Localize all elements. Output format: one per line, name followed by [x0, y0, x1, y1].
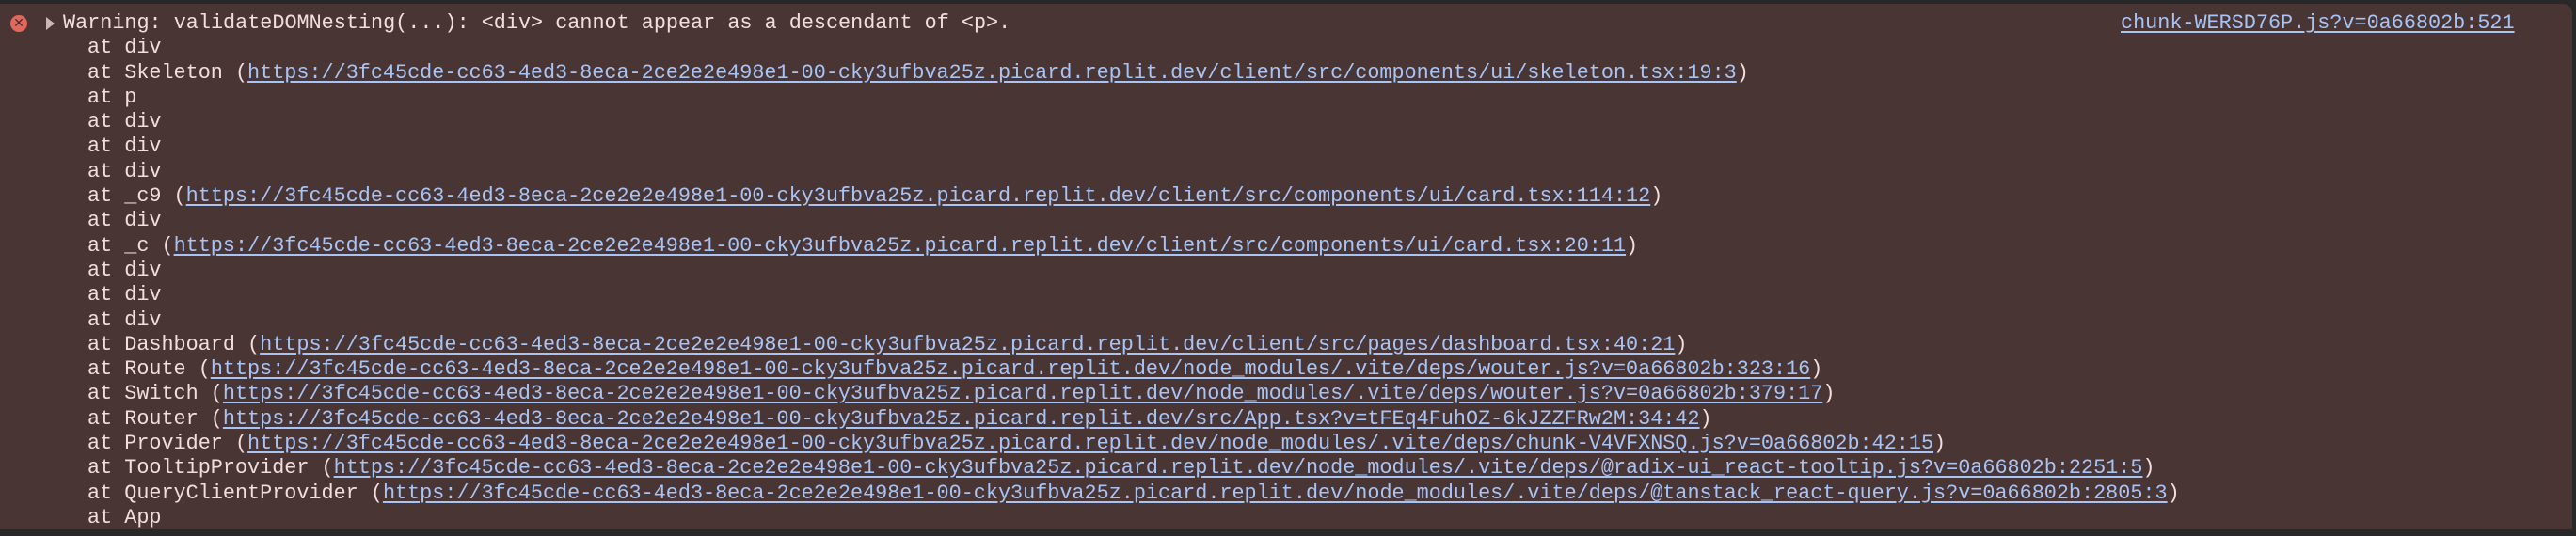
stack-frame: at _c (https://3fc45cde-cc63-4ed3-8eca-2…: [0, 234, 2180, 259]
stack-frame-suffix: ): [1736, 60, 1749, 85]
stack-frame-label: at p: [87, 85, 137, 109]
stack-frame: at Router (https://3fc45cde-cc63-4ed3-8e…: [0, 407, 2180, 432]
stack-frame-link[interactable]: https://3fc45cde-cc63-4ed3-8eca-2ce2e2e4…: [247, 432, 1933, 455]
error-message-text: Warning: validateDOMNesting(...): <div> …: [63, 11, 1011, 35]
stack-frame-suffix: ): [2142, 456, 2155, 481]
stack-frame: at div: [0, 160, 2180, 184]
stack-frame: at div: [0, 110, 2180, 134]
stack-frame: at Switch (https://3fc45cde-cc63-4ed3-8e…: [0, 382, 2180, 406]
stack-frame-label: at Provider (: [87, 432, 248, 456]
stack-frame-label: at div: [87, 283, 162, 307]
stack-frame-link[interactable]: https://3fc45cde-cc63-4ed3-8eca-2ce2e2e4…: [223, 382, 1822, 405]
stack-frame-suffix: ): [1650, 184, 1663, 209]
stack-frame: at QueryClientProvider (https://3fc45cde…: [0, 481, 2180, 506]
stack-frame: at div: [0, 259, 2180, 283]
stack-frame-label: at div: [87, 36, 162, 60]
stack-frame-label: at TooltipProvider (: [87, 456, 334, 481]
source-location-link[interactable]: chunk-WERSD76P.js?v=0a66802b:521: [2121, 11, 2515, 36]
stack-frame-label: at Dashboard (: [87, 332, 261, 356]
stack-trace: Warning: validateDOMNesting(...): <div> …: [0, 11, 2180, 530]
stack-frame-label: at div: [87, 134, 162, 159]
console-error-message: ✕ Warning: validateDOMNesting(...): <div…: [0, 4, 2572, 529]
stack-frame-label: at _c (: [87, 233, 174, 258]
stack-frame-label: at _c9 (: [87, 184, 186, 209]
stack-frame-suffix: ): [1810, 357, 1823, 382]
stack-frame: at Provider (https://3fc45cde-cc63-4ed3-…: [0, 432, 2180, 456]
stack-frame: at TooltipProvider (https://3fc45cde-cc6…: [0, 456, 2180, 481]
stack-frame-suffix: ): [1626, 233, 1639, 258]
stack-frame-link[interactable]: https://3fc45cde-cc63-4ed3-8eca-2ce2e2e4…: [260, 333, 1675, 356]
stack-frame-link[interactable]: https://3fc45cde-cc63-4ed3-8eca-2ce2e2e4…: [247, 61, 1737, 85]
stack-frame: at _c9 (https://3fc45cde-cc63-4ed3-8eca-…: [0, 184, 2180, 209]
stack-frame-label: at Route (: [87, 357, 211, 382]
stack-frame-link[interactable]: https://3fc45cde-cc63-4ed3-8eca-2ce2e2e4…: [211, 357, 1810, 381]
stack-frame: at div: [0, 36, 2180, 60]
stack-frame: at div: [0, 134, 2180, 159]
stack-frame-link[interactable]: https://3fc45cde-cc63-4ed3-8eca-2ce2e2e4…: [186, 184, 1651, 208]
stack-frame-link[interactable]: https://3fc45cde-cc63-4ed3-8eca-2ce2e2e4…: [174, 234, 1626, 258]
stack-frame-label: at Switch (: [87, 382, 223, 406]
stack-frame-label: at div: [87, 159, 162, 183]
stack-frame-label: at div: [87, 307, 162, 332]
stack-frame-suffix: ): [2167, 481, 2180, 505]
stack-frame-link[interactable]: https://3fc45cde-cc63-4ed3-8eca-2ce2e2e4…: [383, 481, 2168, 505]
stack-frame: at p: [0, 86, 2180, 110]
stack-frame-link[interactable]: https://3fc45cde-cc63-4ed3-8eca-2ce2e2e4…: [223, 407, 1700, 431]
stack-frame-label: at div: [87, 209, 162, 233]
stack-frame: at App: [0, 506, 2180, 530]
stack-frame-link[interactable]: https://3fc45cde-cc63-4ed3-8eca-2ce2e2e4…: [334, 456, 2143, 480]
stack-frame: at Skeleton (https://3fc45cde-cc63-4ed3-…: [0, 61, 2180, 86]
stack-frame-label: at div: [87, 110, 162, 134]
stack-frame-label: at Router (: [87, 406, 223, 431]
stack-frame-suffix: ): [1822, 382, 1836, 406]
stack-frame: at div: [0, 283, 2180, 307]
stack-frame-suffix: ): [1675, 332, 1688, 356]
stack-frame-label: at App: [87, 505, 162, 529]
stack-frame: at Route (https://3fc45cde-cc63-4ed3-8ec…: [0, 357, 2180, 382]
stack-frame-label: at Skeleton (: [87, 60, 248, 85]
stack-frame: at div: [0, 209, 2180, 233]
stack-frame: at Dashboard (https://3fc45cde-cc63-4ed3…: [0, 333, 2180, 357]
stack-frame-label: at QueryClientProvider (: [87, 481, 383, 505]
stack-frame-label: at div: [87, 258, 162, 282]
stack-frame: at div: [0, 308, 2180, 333]
stack-frame-suffix: ): [1933, 432, 1947, 456]
stack-frame-suffix: ): [1699, 406, 1712, 431]
